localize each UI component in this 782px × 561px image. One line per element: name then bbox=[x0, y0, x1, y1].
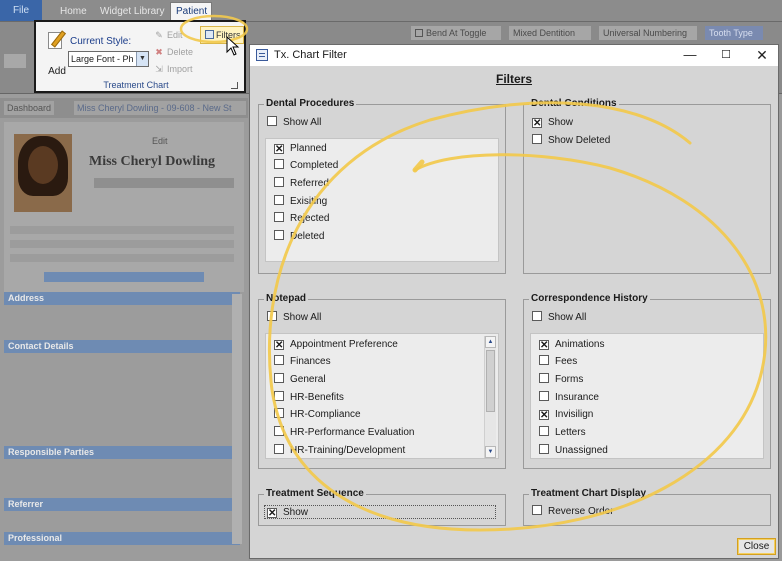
dp-item-existing[interactable]: Exisiting bbox=[274, 195, 327, 209]
group-notepad: Notepad Show All ✕ Appointment Preference… bbox=[258, 293, 506, 469]
group-title: Dental Conditions bbox=[529, 98, 619, 109]
add-label: Add bbox=[48, 66, 66, 77]
dp-item-referred[interactable]: Referred bbox=[274, 177, 329, 191]
tab-home[interactable]: Home bbox=[52, 3, 95, 21]
dc-show-checkbox[interactable]: ✕ Show bbox=[532, 116, 573, 130]
np-list: ✕ Appointment Preference Finances General… bbox=[265, 333, 499, 459]
ch-item-insurance[interactable]: Insurance bbox=[539, 391, 599, 405]
add-pencil-icon bbox=[46, 30, 68, 50]
ch-show-all-checkbox[interactable]: Show All bbox=[532, 311, 586, 325]
dp-list: ✕ Planned Completed Referred Exisiting Re… bbox=[265, 138, 499, 262]
dp-item-rejected[interactable]: Rejected bbox=[274, 212, 329, 226]
tab-file[interactable]: File bbox=[0, 0, 42, 21]
edit-style-button[interactable]: ✎ Edit bbox=[154, 28, 182, 42]
np-show-all-checkbox[interactable]: Show All bbox=[267, 311, 321, 325]
delete-style-button[interactable]: ✖ Delete bbox=[154, 45, 193, 59]
np-item-hr-benefits[interactable]: HR-Benefits bbox=[274, 391, 344, 405]
group-treatment-chart-display: Treatment Chart Display Reverse Order bbox=[523, 488, 771, 526]
dc-show-deleted-checkbox[interactable]: Show Deleted bbox=[532, 134, 610, 148]
import-style-button[interactable]: ⇲ Import bbox=[154, 62, 192, 76]
dp-item-deleted[interactable]: Deleted bbox=[274, 230, 324, 244]
section-responsible-parties: Responsible Parties bbox=[4, 446, 240, 459]
ch-item-forms[interactable]: Forms bbox=[539, 373, 583, 387]
ts-show-checkbox[interactable]: ✕ Show bbox=[264, 505, 496, 519]
np-item-hr-performance[interactable]: HR-Performance Evaluation bbox=[274, 426, 415, 440]
ch-item-animations[interactable]: ✕ Animations bbox=[539, 338, 604, 352]
patient-name: Miss Cheryl Dowling bbox=[89, 154, 215, 169]
delete-icon: ✖ bbox=[155, 47, 163, 57]
ch-list: ✕ Animations Fees Forms Insurance ✕ Invisi… bbox=[530, 333, 764, 459]
ch-item-invisilign[interactable]: ✕ Invisilign bbox=[539, 408, 593, 422]
ch-item-fees[interactable]: Fees bbox=[539, 355, 577, 369]
group-dental-procedures: Dental Procedures Show All ✕ Planned Comp… bbox=[258, 98, 506, 274]
tx-chart-filter-dialog: Tx. Chart Filter — ☐ ✕ Filters Dental Pr… bbox=[249, 44, 779, 559]
breadcrumb-patient[interactable]: Miss Cheryl Dowling - 09-608 - New St bbox=[74, 101, 246, 115]
section-professional: Professional bbox=[4, 532, 240, 545]
edit-link[interactable]: Edit bbox=[152, 136, 168, 146]
filters-heading: Filters bbox=[495, 72, 532, 86]
dialog-titlebar[interactable]: Tx. Chart Filter — ☐ ✕ bbox=[250, 45, 778, 66]
breadcrumb: Dashboard Miss Cheryl Dowling - 09-608 -… bbox=[0, 98, 248, 118]
breadcrumb-dashboard[interactable]: Dashboard bbox=[4, 101, 55, 115]
current-style-select[interactable]: Large Font - Ph ▼ bbox=[68, 51, 149, 67]
tab-patient[interactable]: Patient bbox=[170, 2, 212, 22]
patient-ribbon-stub bbox=[4, 54, 26, 68]
tcd-reverse-order-checkbox[interactable]: Reverse Order bbox=[532, 505, 614, 519]
dp-show-all-checkbox[interactable]: Show All bbox=[267, 116, 321, 130]
minimize-button[interactable]: — bbox=[672, 45, 708, 66]
mixed-dentition-toggle[interactable]: Mixed Dentition bbox=[508, 25, 592, 41]
scroll-up-icon[interactable]: ▲ bbox=[485, 336, 496, 348]
tooth-type-toggle[interactable]: Tooth Type bbox=[704, 25, 764, 41]
dialog-launcher-icon[interactable] bbox=[231, 82, 238, 89]
treatment-chart-group-label: Treatment Chart bbox=[103, 80, 169, 90]
close-window-button[interactable]: ✕ bbox=[744, 45, 780, 66]
checkbox: ✕ bbox=[274, 144, 284, 155]
next-appointment-bar bbox=[44, 272, 204, 282]
group-title: Correspondence History bbox=[529, 293, 650, 304]
np-item-finances[interactable]: Finances bbox=[274, 355, 331, 369]
current-style-label: Current Style: bbox=[70, 36, 132, 47]
section-address: Address bbox=[4, 292, 240, 305]
filter-icon bbox=[205, 30, 214, 39]
ch-item-unassigned[interactable]: Unassigned bbox=[539, 444, 608, 458]
dp-item-completed[interactable]: Completed bbox=[274, 159, 338, 173]
group-title: Treatment Sequence bbox=[264, 488, 366, 499]
np-item-hr-training[interactable]: HR-Training/Development bbox=[274, 444, 405, 458]
patient-photo bbox=[14, 134, 72, 212]
dp-item-planned[interactable]: ✕ Planned bbox=[274, 142, 327, 156]
np-item-hr-compliance[interactable]: HR-Compliance bbox=[274, 408, 361, 422]
universal-numbering-toggle[interactable]: Universal Numbering bbox=[598, 25, 698, 41]
ch-item-letters[interactable]: Letters bbox=[539, 426, 586, 440]
maximize-button[interactable]: ☐ bbox=[708, 45, 744, 66]
patient-id-bar bbox=[94, 178, 234, 188]
group-correspondence-history: Correspondence History Show All ✕ Animati… bbox=[523, 293, 771, 469]
patient-card: Edit Miss Cheryl Dowling bbox=[4, 122, 244, 292]
chevron-down-icon: ▼ bbox=[136, 52, 148, 66]
close-button[interactable]: Close bbox=[737, 538, 776, 555]
treatment-chart-ribbon-group: Add Current Style: Large Font - Ph ▼ ✎ Ed… bbox=[34, 20, 246, 93]
edit-icon: ✎ bbox=[155, 30, 163, 40]
ribbon-tab-bar: File Home Widget Library bbox=[0, 0, 782, 22]
group-dental-conditions: Dental Conditions ✕ Show Show Deleted bbox=[523, 98, 771, 274]
section-referrer: Referrer bbox=[4, 498, 240, 511]
group-title: Dental Procedures bbox=[264, 98, 357, 109]
scroll-thumb[interactable] bbox=[486, 350, 495, 412]
group-title: Treatment Chart Display bbox=[529, 488, 649, 499]
import-icon: ⇲ bbox=[155, 64, 163, 74]
group-title: Notepad bbox=[264, 293, 308, 304]
np-item-appointment-preference[interactable]: ✕ Appointment Preference bbox=[274, 338, 398, 352]
chart-window-icon bbox=[256, 49, 268, 61]
bend-at-toggle[interactable]: Bend At Toggle bbox=[410, 25, 502, 41]
np-item-general[interactable]: General bbox=[274, 373, 326, 387]
scroll-down-icon[interactable]: ▼ bbox=[485, 446, 496, 458]
dialog-title: Tx. Chart Filter bbox=[274, 49, 347, 61]
mouse-cursor-icon bbox=[226, 36, 240, 56]
section-contact-details: Contact Details bbox=[4, 340, 240, 353]
current-style-value: Large Font - Ph bbox=[71, 54, 134, 64]
sidebar-scrollbar[interactable] bbox=[232, 294, 242, 544]
np-scrollbar[interactable]: ▲ ▼ bbox=[484, 336, 496, 458]
tab-widget-library[interactable]: Widget Library bbox=[92, 3, 172, 21]
